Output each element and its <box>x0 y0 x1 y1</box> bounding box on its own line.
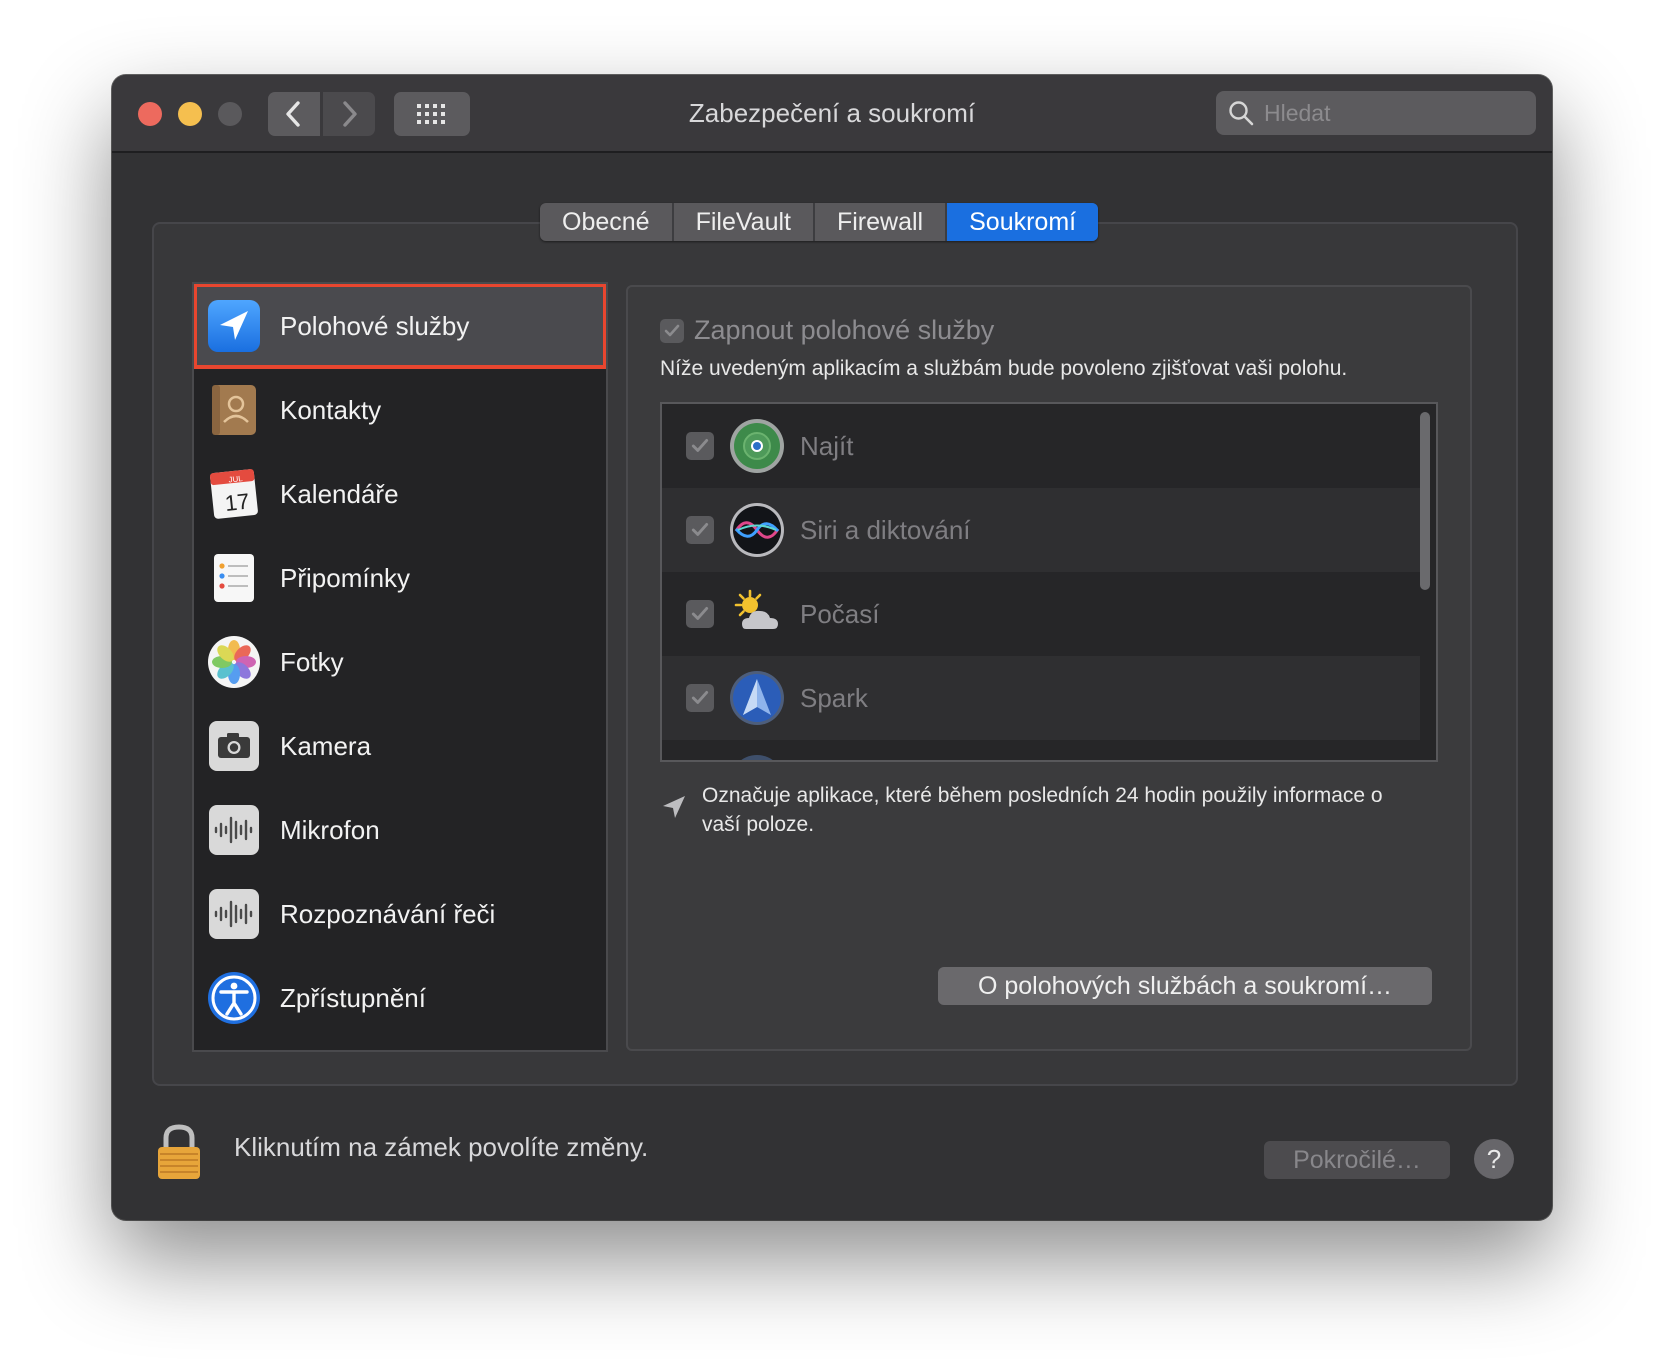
zoom-window-button[interactable] <box>218 102 242 126</box>
find-my-icon <box>730 419 784 473</box>
sidebar-item-label: Polohové služby <box>280 310 470 341</box>
calendar-month: JUL <box>228 474 244 484</box>
sidebar-item-camera[interactable]: Kamera <box>194 704 606 788</box>
sidebar-item-label: Zpřístupnění <box>280 982 426 1013</box>
enable-location-services-checkbox[interactable]: Zapnout polohové služby <box>660 315 994 346</box>
privacy-category-list: Polohové služby Kontakty JUL 17 Kalendář… <box>192 282 608 1052</box>
preferences-window: Zabezpečení a soukromí Obecné FileVault … <box>112 75 1552 1220</box>
chevron-right-icon <box>343 101 357 127</box>
lock-hint-text: Kliknutím na zámek povolíte změny. <box>234 1132 649 1162</box>
help-button[interactable]: ? <box>1474 1139 1514 1179</box>
recent-use-legend: Označuje aplikace, které během posledníc… <box>660 781 1402 839</box>
app-label: Počasí <box>800 598 880 629</box>
sidebar-item-reminders[interactable]: Připomínky <box>194 536 606 620</box>
app-checkbox[interactable] <box>686 684 714 712</box>
sidebar-item-label: Fotky <box>280 646 344 677</box>
calendar-day: 17 <box>224 489 251 516</box>
app-label: Siri a diktování <box>800 514 971 545</box>
tab-privacy[interactable]: Soukromí <box>947 203 1099 241</box>
checkbox[interactable] <box>660 318 684 343</box>
app-checkbox[interactable] <box>686 432 714 460</box>
location-services-panel: Zapnout polohové služby Níže uvedeným ap… <box>626 285 1472 1051</box>
app-checkbox[interactable] <box>686 600 714 628</box>
app-checkbox[interactable] <box>686 516 714 544</box>
camera-icon <box>209 721 259 771</box>
sidebar-item-location-services[interactable]: Polohové služby <box>194 284 606 369</box>
photos-icon <box>208 636 260 688</box>
checkmark-icon <box>691 439 709 452</box>
tab-bar: Obecné FileVault Firewall Soukromí <box>540 203 1099 241</box>
location-description: Níže uvedeným aplikacím a službám bude p… <box>660 357 1348 380</box>
contacts-icon <box>212 385 256 435</box>
partially-visible-app-icon <box>741 755 773 760</box>
sidebar-item-microphone[interactable]: Mikrofon <box>194 788 606 872</box>
tab-general[interactable]: Obecné <box>540 203 674 241</box>
forward-button[interactable] <box>323 92 375 136</box>
sidebar-item-calendars[interactable]: JUL 17 Kalendáře <box>194 452 606 536</box>
back-button[interactable] <box>268 92 320 136</box>
search-icon <box>1229 101 1254 126</box>
list-item: Siri a diktování <box>662 488 1420 572</box>
lock-button[interactable] <box>156 1123 202 1186</box>
location-app-list: Najít Siri a diktování Počasí Spark <box>660 402 1438 762</box>
checkmark-icon <box>691 607 709 620</box>
lock-icon <box>158 1124 200 1179</box>
tab-filevault[interactable]: FileVault <box>674 203 815 241</box>
sidebar-item-label: Mikrofon <box>280 814 380 845</box>
location-arrow-icon <box>663 796 685 818</box>
grid-icon <box>417 104 445 124</box>
checkmark-icon <box>691 691 709 704</box>
sidebar-item-photos[interactable]: Fotky <box>194 620 606 704</box>
list-item: Najít <box>662 404 1420 488</box>
weather-icon <box>734 589 778 629</box>
tab-firewall[interactable]: Firewall <box>815 203 948 241</box>
siri-icon <box>730 503 784 557</box>
list-item <box>662 740 1420 760</box>
location-arrow-icon <box>208 300 260 352</box>
search-field[interactable] <box>1216 91 1536 135</box>
list-item: Spark <box>662 656 1420 740</box>
sidebar-item-accessibility[interactable]: Zpřístupnění <box>194 956 606 1040</box>
reminders-icon <box>214 554 254 602</box>
app-label: Najít <box>800 430 854 461</box>
checkmark-icon <box>664 324 680 336</box>
accessibility-icon <box>208 972 260 1024</box>
sidebar-item-speech-recognition[interactable]: Rozpoznávání řeči <box>194 872 606 956</box>
title-bar: Zabezpečení a soukromí <box>112 75 1552 153</box>
sidebar-item-contacts[interactable]: Kontakty <box>194 368 606 452</box>
close-window-button[interactable] <box>138 102 162 126</box>
about-location-privacy-button[interactable]: O polohových službách a soukromí… <box>938 967 1432 1005</box>
advanced-button[interactable]: Pokročilé… <box>1264 1141 1450 1179</box>
sidebar-item-label: Kontakty <box>280 394 382 425</box>
sidebar-item-label: Rozpoznávání řeči <box>280 898 496 929</box>
checkmark-icon <box>691 523 709 536</box>
chevron-left-icon <box>286 101 300 127</box>
microphone-icon <box>209 805 259 855</box>
app-label: Spark <box>800 682 868 713</box>
spark-icon <box>730 671 784 725</box>
minimize-window-button[interactable] <box>178 102 202 126</box>
scrollbar-thumb[interactable] <box>1420 412 1430 590</box>
legend-text: Označuje aplikace, které během posledníc… <box>702 784 1383 836</box>
sidebar-item-label: Připomínky <box>280 562 411 593</box>
sidebar-item-label: Kalendáře <box>280 478 399 509</box>
sidebar-item-label: Kamera <box>280 730 372 761</box>
calendar-icon: JUL 17 <box>210 469 258 519</box>
enable-location-services-label: Zapnout polohové služby <box>694 315 995 345</box>
speech-recognition-icon <box>209 889 259 939</box>
show-all-button[interactable] <box>394 92 470 136</box>
list-item: Počasí <box>662 572 1420 656</box>
search-input[interactable] <box>1262 98 1526 128</box>
